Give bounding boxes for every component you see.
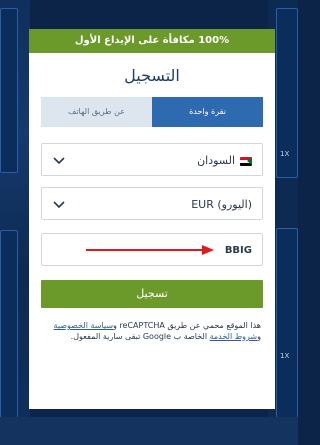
terms-of-service-link[interactable]: شروط الخدمة bbox=[210, 332, 258, 341]
background-odds-label: 1X bbox=[280, 352, 290, 360]
legal-text-3: الخاصة ب Google تبقى سارية المفعول. bbox=[70, 332, 210, 341]
bonus-banner: 100% مكافأة على الإيداع الأول bbox=[29, 29, 275, 53]
background-card bbox=[0, 8, 18, 173]
promo-code-input[interactable]: BBIG bbox=[41, 233, 263, 266]
background-card bbox=[0, 230, 18, 430]
registration-tabs: عن طريق الهاتف نقرة واحدة bbox=[41, 97, 263, 127]
recaptcha-notice: هذا الموقع محمي عن طريق reCAPTCHA وسياسة… bbox=[43, 320, 261, 342]
legal-text-2: و bbox=[257, 332, 261, 341]
country-value-wrap: السودان bbox=[197, 144, 252, 177]
tab-one-click[interactable]: نقرة واحدة bbox=[152, 97, 263, 127]
red-arrow-icon bbox=[86, 245, 214, 255]
register-button[interactable]: تسجيل bbox=[41, 280, 263, 308]
currency-select[interactable]: EUR (اليورو) bbox=[41, 187, 263, 220]
chevron-down-icon bbox=[53, 157, 65, 165]
background-card bbox=[276, 228, 298, 428]
currency-value: EUR (اليورو) bbox=[191, 198, 252, 211]
chevron-down-icon bbox=[53, 201, 65, 209]
promo-code-value: BBIG bbox=[224, 245, 252, 256]
privacy-policy-link[interactable]: سياسة الخصوصية bbox=[54, 321, 113, 330]
legal-text-1: هذا الموقع محمي عن طريق reCAPTCHA و bbox=[113, 321, 261, 330]
country-select[interactable]: السودان bbox=[41, 143, 263, 176]
background-odds-label: 1X bbox=[280, 150, 290, 158]
page-title: التسجيل bbox=[124, 66, 180, 85]
background-bottom-strip bbox=[0, 417, 298, 445]
registration-modal: 100% مكافأة على الإيداع الأول التسجيل عن… bbox=[29, 29, 275, 409]
sudan-flag-icon bbox=[240, 156, 252, 166]
country-value: السودان bbox=[197, 154, 235, 167]
tab-by-phone[interactable]: عن طريق الهاتف bbox=[41, 97, 152, 127]
background-left-panel bbox=[0, 0, 30, 445]
